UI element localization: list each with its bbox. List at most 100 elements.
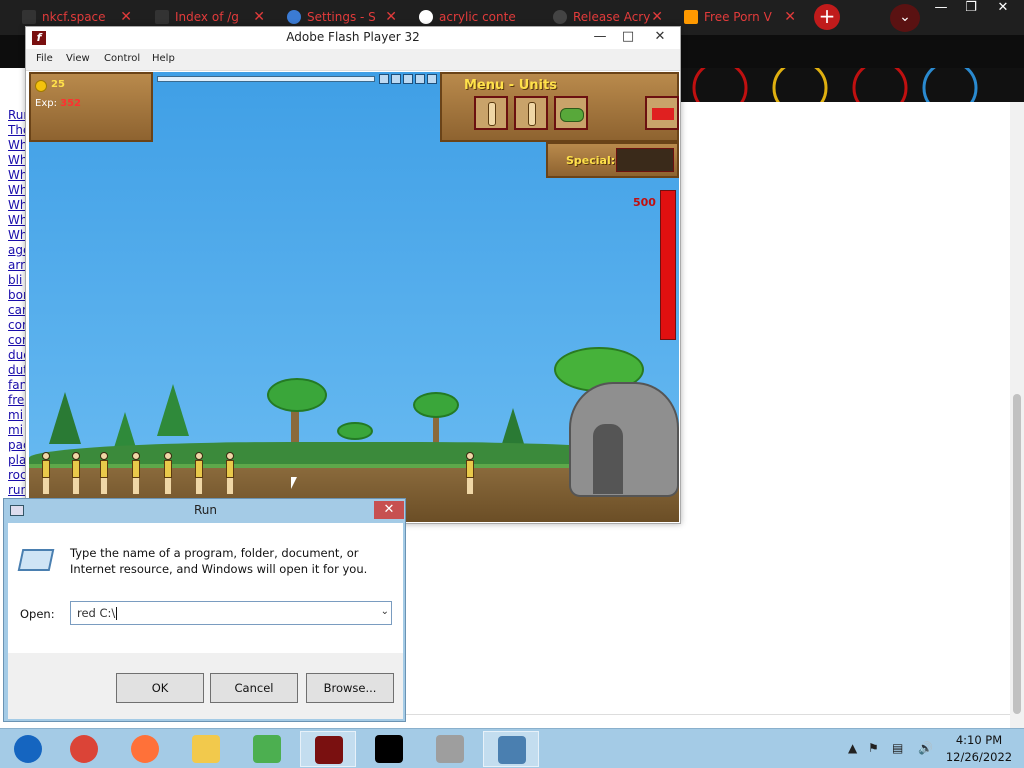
caveman-unit [41,452,51,496]
cancel-button[interactable]: Cancel [210,673,298,703]
chevron-down-icon[interactable]: ⌄ [381,606,389,617]
flash-player-icon [315,736,343,764]
menu-file[interactable]: File [36,53,53,64]
taskbar-chrome-button[interactable] [56,731,112,767]
tree-crown [267,378,327,412]
mouse-cursor [291,477,297,489]
7zip-icon [375,735,403,763]
taskbar-7zip-button[interactable] [361,731,417,767]
special-attack-button[interactable] [616,148,674,172]
windows-start-icon [14,735,42,763]
taskbar-printer-button[interactable] [422,731,478,767]
cave-door [593,424,623,494]
minimize-icon[interactable]: — [586,28,614,48]
network-icon[interactable]: ▤ [892,741,903,755]
dialog-description: Type the name of a program, folder, docu… [70,546,368,576]
experience-readout: Exp: 352 [35,98,81,109]
dino-rider-unit-button[interactable] [554,96,588,130]
tray-overflow-icon[interactable]: ▲ [848,741,857,755]
browse-button[interactable]: Browse... [306,673,394,703]
taskbar-windows-start-button[interactable] [0,731,56,767]
enemy-cave-base [569,382,679,497]
queue-slot [379,74,389,84]
input-text: red C:\ [77,606,116,620]
run-dialog-icon [498,736,526,764]
text-caret [116,607,118,620]
site-favicon [684,10,698,24]
menu-help[interactable]: Help [152,53,175,64]
close-icon[interactable]: ✕ [646,28,674,48]
pine-tree [157,384,189,436]
minimize-icon[interactable]: — [924,0,958,18]
menu-view[interactable]: View [66,53,90,64]
action-center-flag-icon[interactable]: ⚑ [868,741,879,755]
run-program-icon [17,549,55,571]
volume-icon[interactable]: 🔊 [918,741,933,755]
browser-theme-art [680,68,1024,102]
taskbar-flash-player-button[interactable] [300,731,356,767]
club-man-unit-button[interactable] [474,96,508,130]
pine-tree [49,392,81,444]
close-icon[interactable]: ✕ [374,501,404,519]
queue-slot [415,74,425,84]
divider [406,714,1010,715]
tab-title: Free Porn V [704,10,772,24]
caveman-unit [225,452,235,496]
network-app-icon [253,735,281,763]
queue-slot [391,74,401,84]
close-icon[interactable]: ✕ [784,2,796,32]
close-window-icon[interactable]: ✕ [986,0,1020,18]
scrollbar-thumb[interactable] [1013,394,1021,714]
maximize-icon[interactable]: ❐ [954,0,988,18]
dialog-title: Run [193,503,217,517]
taskbar-run-dialog-button[interactable] [483,731,539,767]
window-title: Adobe Flash Player 32 [286,30,420,44]
file-explorer-icon [192,735,220,763]
caveman-unit [194,452,204,496]
back-arrow-icon [652,108,674,120]
new-tab-button[interactable]: + [814,4,840,30]
resources-panel: 25 Exp: 352 [29,72,153,142]
printer-icon [436,735,464,763]
open-input-value: red C:\ [77,606,118,620]
base-health-bar [660,190,676,340]
clock-date[interactable]: 12/26/2022 [944,750,1014,764]
queue-slot [427,74,437,84]
caveman-unit [99,452,109,496]
taskbar-file-explorer-button[interactable] [178,731,234,767]
back-button[interactable] [645,96,679,130]
enemy-caveman-unit [465,452,475,496]
special-panel: Special: [546,142,679,178]
tab-favicon [22,10,36,24]
menu-bar: File View Control Help [26,49,680,71]
exp-value: 352 [60,98,82,109]
ok-button[interactable]: OK [116,673,204,703]
github-icon [553,10,567,24]
clock-time[interactable]: 4:10 PM [944,733,1014,747]
run-dialog: Run ✕ Type the name of a program, folder… [3,498,406,722]
gold-coin-icon [35,80,47,92]
caveman-unit [163,452,173,496]
window-titlebar[interactable]: f Adobe Flash Player 32 — □ ✕ [26,27,680,49]
page-scrollbar[interactable] [1010,102,1024,728]
google-icon [419,10,433,24]
taskbar-network-app-button[interactable] [239,731,295,767]
open-input[interactable]: red C:\ ⌄ [70,601,392,625]
base-health-value: 500 [633,196,656,209]
browser-tab-6[interactable]: Free Porn V ✕ [684,2,796,32]
maximize-icon[interactable]: □ [614,28,642,48]
caveman-unit [71,452,81,496]
firefox-icon [131,735,159,763]
chrome-icon [70,735,98,763]
flash-player-window: f Adobe Flash Player 32 — □ ✕ File View … [25,26,681,524]
game-canvas[interactable]: 25 Exp: 352 Menu - Units Special: 500 [29,72,679,522]
tree-crown [413,392,459,418]
training-progress-bar [157,76,375,82]
tree-crown [337,422,373,440]
tab-search-button[interactable]: ⌄ [890,4,920,32]
gear-icon [287,10,301,24]
slingshot-man-unit-button[interactable] [514,96,548,130]
open-label: Open: [20,607,55,621]
taskbar-firefox-button[interactable] [117,731,173,767]
menu-control[interactable]: Control [104,53,140,64]
